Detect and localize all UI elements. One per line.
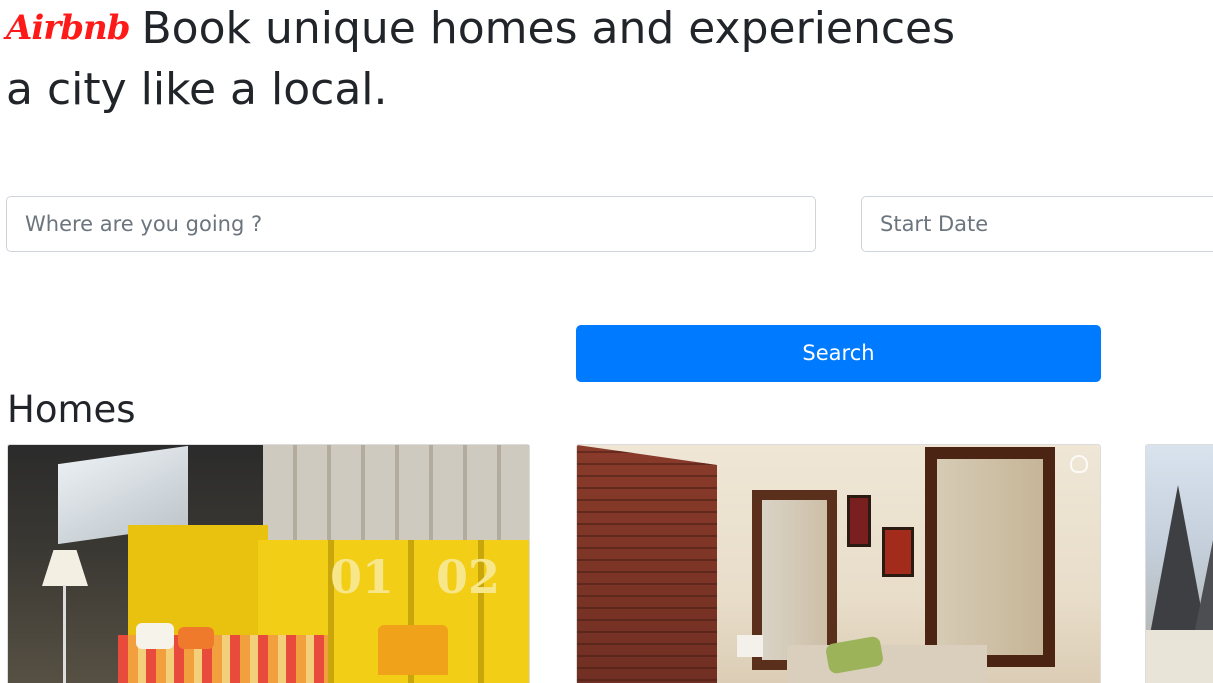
- home-card[interactable]: [576, 444, 1101, 683]
- page: Airbnb Book unique homes and experiences …: [0, 0, 1213, 683]
- page-headline: Airbnb Book unique homes and experiences …: [6, 0, 1006, 119]
- headline-line-1: Book unique homes and experiences: [141, 3, 956, 54]
- home-image-yellow-loft[interactable]: 01 02: [8, 445, 529, 683]
- home-image-brick-bedroom[interactable]: [577, 445, 1100, 683]
- search-button[interactable]: Search: [576, 325, 1101, 382]
- destination-input[interactable]: [6, 196, 816, 252]
- start-date-input[interactable]: [861, 196, 1213, 252]
- home-card[interactable]: [1145, 444, 1213, 683]
- homes-section-title: Homes: [7, 388, 136, 431]
- airbnb-logo[interactable]: Airbnb: [6, 8, 130, 48]
- airbnb-watermark-icon: [1070, 455, 1088, 473]
- headline-line-2: a city like a local.: [6, 64, 388, 115]
- home-card[interactable]: 01 02: [7, 444, 530, 683]
- home-image-trulli[interactable]: [1146, 445, 1213, 683]
